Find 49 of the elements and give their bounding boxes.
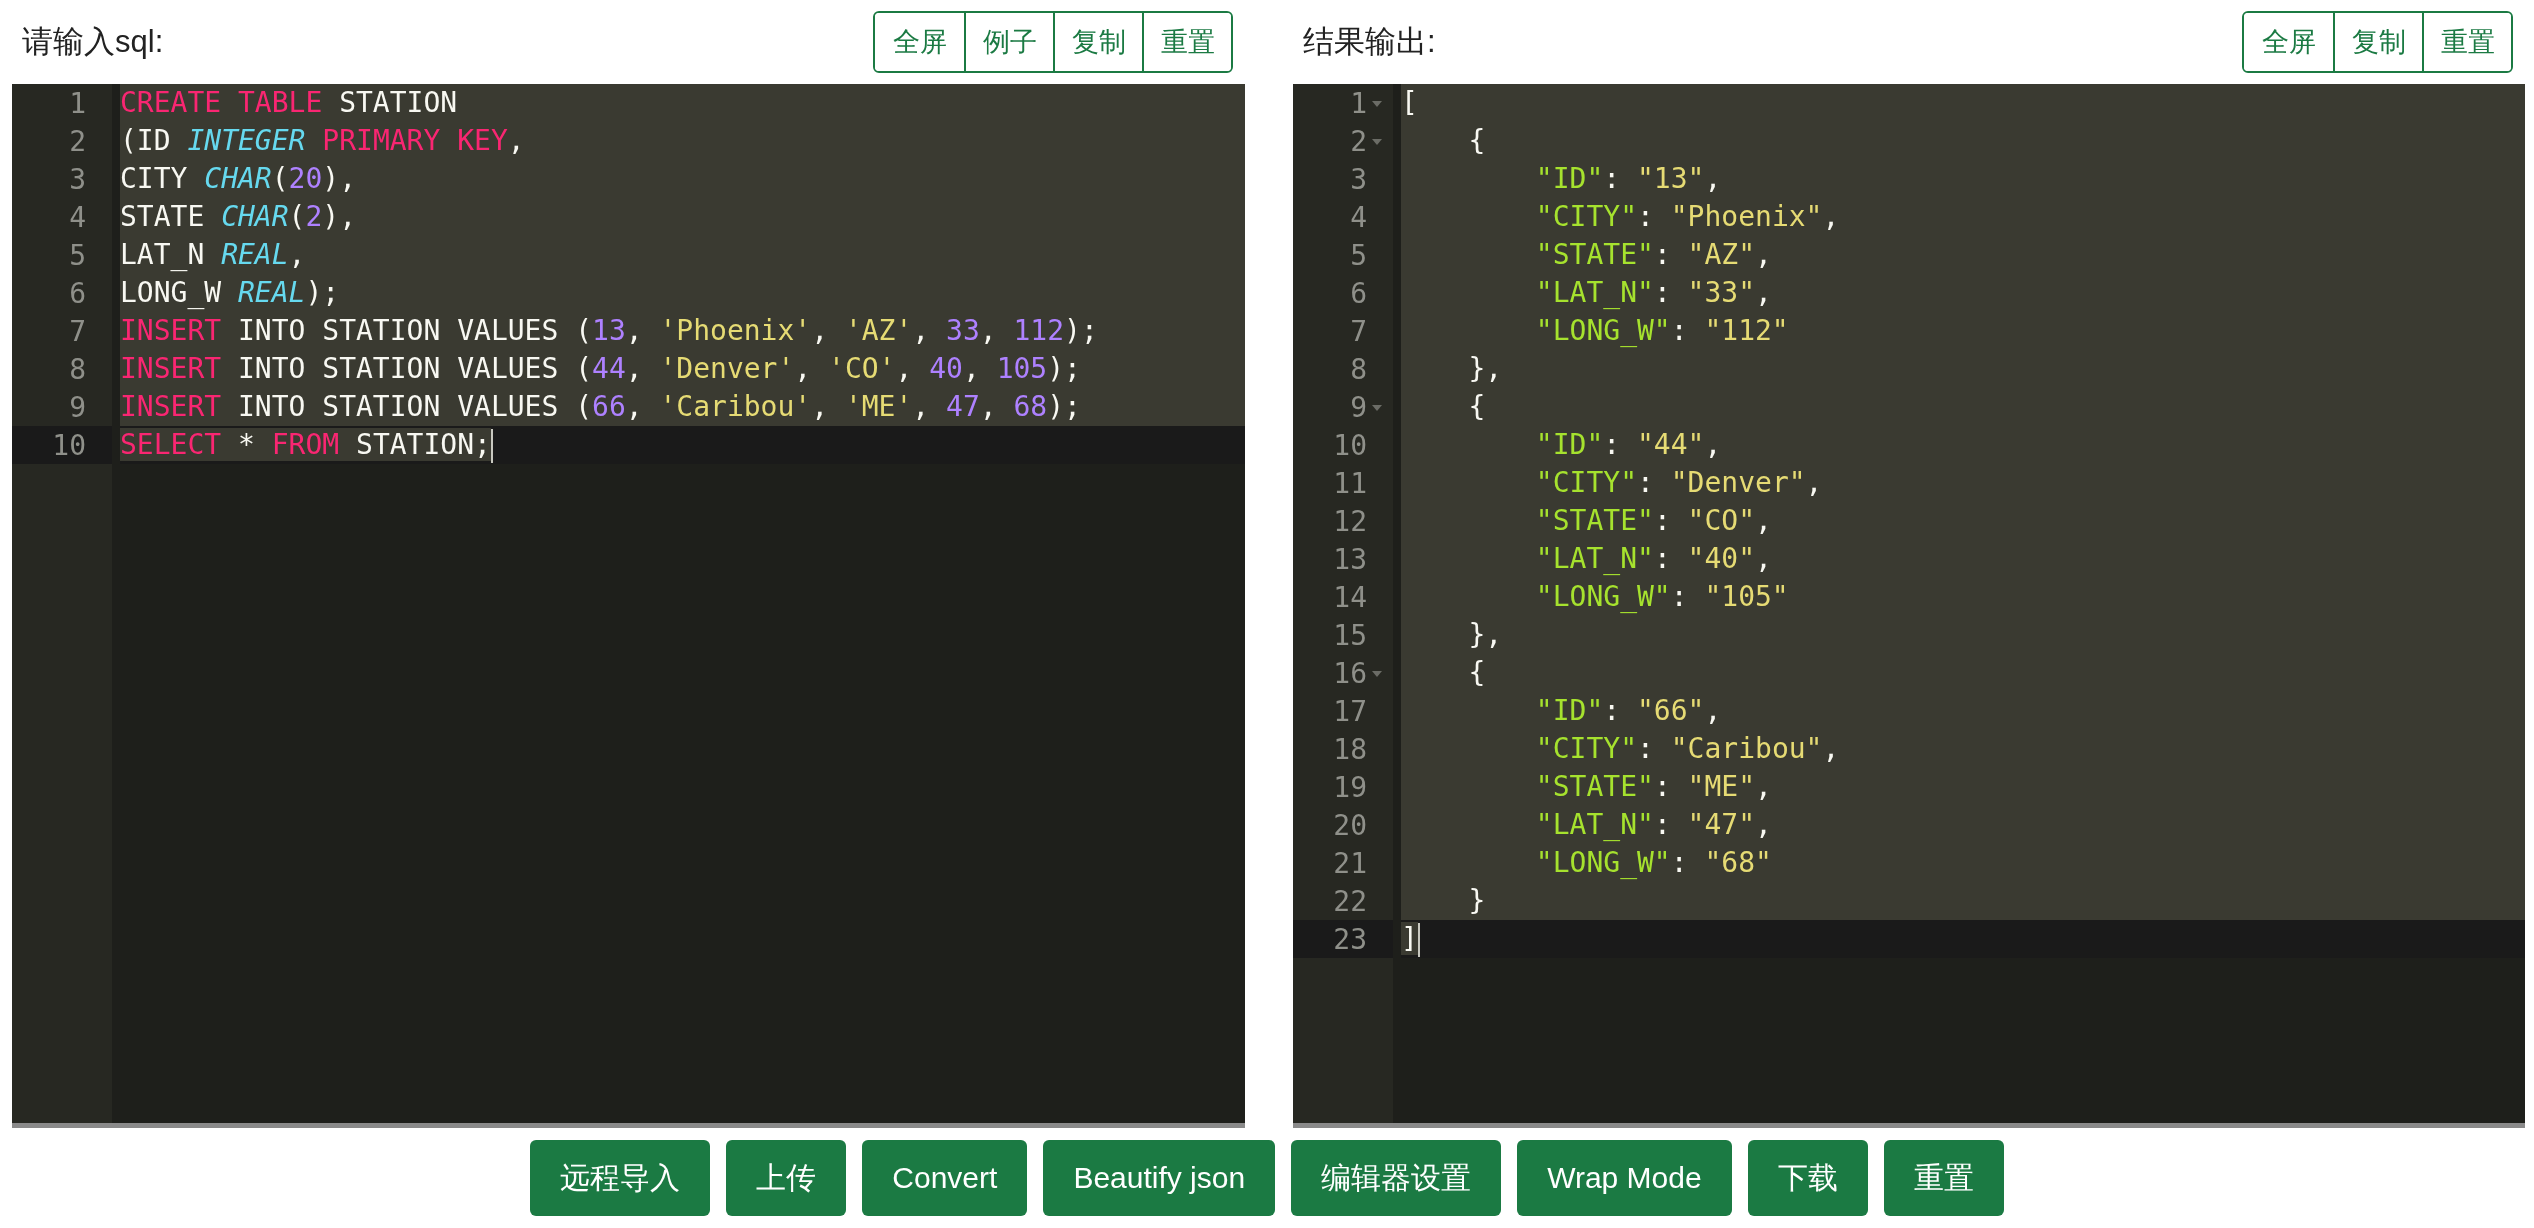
fold-caret-icon[interactable] — [1372, 101, 1382, 107]
line-number: 2 — [1350, 124, 1367, 158]
line-number: 20 — [1333, 808, 1367, 842]
line-number: 3 — [1350, 162, 1367, 196]
toolbar-button[interactable]: 远程导入 — [530, 1140, 711, 1216]
toolbar-button[interactable]: 重置 — [1883, 1140, 2004, 1216]
toolbar-button[interactable]: Wrap Mode — [1517, 1140, 1732, 1216]
line-number: 23 — [1333, 922, 1367, 956]
fold-caret-icon[interactable] — [1372, 405, 1382, 411]
line-number: 8 — [69, 352, 86, 386]
panel-title: 结果输出: — [1303, 23, 1436, 61]
toolbar-button[interactable]: Convert — [862, 1140, 1028, 1216]
line-number: 10 — [52, 428, 86, 462]
line-number: 14 — [1333, 580, 1367, 614]
line-number: 1 — [69, 86, 86, 120]
editor-action-button[interactable]: 重置 — [2422, 13, 2511, 71]
fold-caret-icon[interactable] — [1372, 671, 1382, 677]
line-number: 8 — [1350, 352, 1367, 386]
line-number: 15 — [1333, 618, 1367, 652]
editor-action-button[interactable]: 重置 — [1142, 13, 1231, 71]
line-number: 11 — [1333, 466, 1367, 500]
panel-title: 请输入sql: — [22, 23, 164, 61]
line-number: 9 — [1350, 390, 1367, 424]
toolbar-button[interactable]: Beautify json — [1043, 1140, 1276, 1216]
line-number: 13 — [1333, 542, 1367, 576]
line-number: 7 — [69, 314, 86, 348]
line-number: 22 — [1333, 884, 1367, 918]
line-number: 7 — [1350, 314, 1367, 348]
toolbar-button[interactable]: 下载 — [1747, 1140, 1868, 1216]
line-number: 6 — [1350, 276, 1367, 310]
line-number: 19 — [1333, 770, 1367, 804]
line-number: 4 — [1350, 200, 1367, 234]
line-number: 17 — [1333, 694, 1367, 728]
line-number: 1 — [1350, 86, 1367, 120]
line-number: 5 — [69, 238, 86, 272]
fold-caret-icon[interactable] — [1372, 139, 1382, 145]
line-number: 16 — [1333, 656, 1367, 690]
line-number: 5 — [1350, 238, 1367, 272]
line-number: 6 — [69, 276, 86, 310]
line-number: 18 — [1333, 732, 1367, 766]
line-number: 2 — [69, 124, 86, 158]
line-number: 4 — [69, 200, 86, 234]
line-number: 12 — [1333, 504, 1367, 538]
toolbar-button[interactable]: 编辑器设置 — [1291, 1140, 1502, 1216]
line-number: 3 — [69, 162, 86, 196]
toolbar-button[interactable]: 上传 — [726, 1140, 847, 1216]
line-number: 10 — [1333, 428, 1367, 462]
line-number: 9 — [69, 390, 86, 424]
line-number: 21 — [1333, 846, 1367, 880]
